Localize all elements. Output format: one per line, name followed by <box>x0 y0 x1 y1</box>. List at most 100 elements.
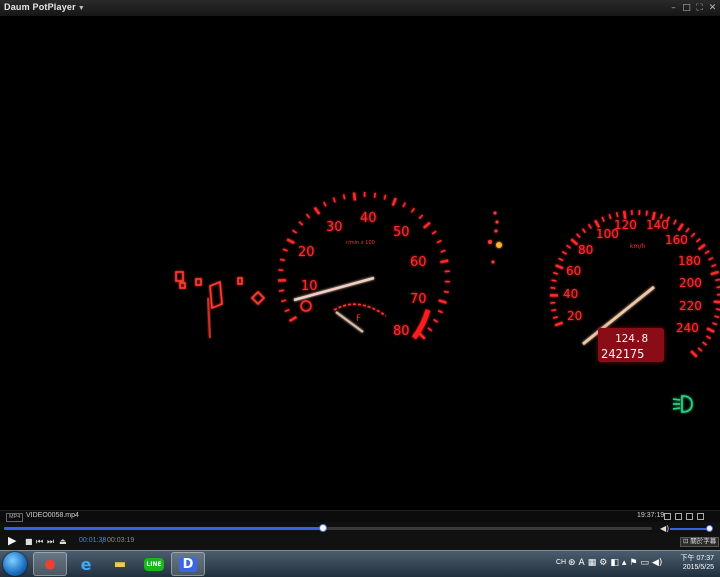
odometer-readout: 242175 <box>601 347 644 361</box>
taskbar-ie[interactable]: e <box>69 552 103 576</box>
previous-button[interactable]: ⏮ <box>36 536 43 548</box>
indicator-dot <box>488 240 492 244</box>
gauge-tick <box>285 310 290 312</box>
tach-label: 50 <box>393 225 410 240</box>
gauge-tick <box>555 323 563 326</box>
gauge-tick <box>582 229 585 233</box>
gauge-tick <box>711 265 716 267</box>
speed-label: 160 <box>665 233 688 247</box>
oil-warning-icon <box>196 279 201 285</box>
volume-handle[interactable] <box>706 525 713 532</box>
gauge-tick <box>281 300 286 301</box>
gauge-tick <box>559 258 563 260</box>
show-hidden-icon[interactable]: ▴ <box>622 557 627 569</box>
speed-label: 80 <box>578 243 593 257</box>
speed-label: 180 <box>678 254 701 268</box>
dashboard-video: 10 20 30 40 50 60 70 80 r/min x 100 F 20… <box>0 16 720 510</box>
ie-icon: e <box>81 555 92 574</box>
screen-icon[interactable] <box>664 513 671 520</box>
speed-label: 220 <box>679 299 702 313</box>
seek-bar-area: ◀) <box>0 522 720 534</box>
amber-indicator-icon <box>496 242 502 248</box>
gauge-tick <box>439 300 447 302</box>
start-button[interactable] <box>3 552 27 576</box>
action-center-icon[interactable]: ⚑ <box>629 557 637 569</box>
gauge-tick <box>344 194 345 199</box>
taskbar-potplayer[interactable]: D <box>171 552 205 576</box>
gauge-tick <box>691 351 697 357</box>
taskbar-line[interactable]: LINE <box>137 552 171 576</box>
line-icon: LINE <box>144 558 163 571</box>
gauge-tick <box>711 272 719 274</box>
gauge-tick <box>432 231 436 234</box>
indicator-dot <box>494 212 497 215</box>
taskbar-chrome[interactable]: ● <box>33 552 67 576</box>
seek-progress <box>4 527 323 530</box>
stop-button[interactable]: ■ <box>25 536 33 548</box>
network-icon[interactable]: ▭ <box>640 557 649 569</box>
gauge-tick <box>290 317 297 321</box>
settings-tray-icon[interactable]: ⚙ <box>599 557 607 569</box>
keyboard-icon[interactable]: ▦ <box>588 557 597 569</box>
gauge-tick <box>384 195 385 200</box>
seek-handle[interactable] <box>319 524 327 532</box>
gauge-tick <box>553 317 558 318</box>
fullscreen-button[interactable]: ⛶ <box>694 1 705 14</box>
window-icon[interactable] <box>686 513 693 520</box>
gauge-tick <box>674 220 676 224</box>
next-button[interactable]: ⏭ <box>47 536 54 548</box>
minimize-button[interactable]: – <box>668 1 679 14</box>
tray-app-icon[interactable]: ◧ <box>610 557 619 569</box>
volume-slider[interactable] <box>670 528 710 530</box>
title-bar: Daum PotPlayer▼ – □ ⛶ ✕ <box>0 0 720 17</box>
gauge-tick <box>617 212 618 217</box>
gauge-tick <box>698 348 702 351</box>
playlist-icon[interactable] <box>675 513 682 520</box>
settings-icon[interactable] <box>697 513 704 520</box>
tach-zero-mark <box>301 301 311 311</box>
potplayer-icon: D <box>179 557 198 572</box>
close-button[interactable]: ✕ <box>707 1 718 14</box>
app-menu-button[interactable]: Daum PotPlayer▼ <box>4 2 85 12</box>
chrome-icon: ● <box>44 557 55 572</box>
gauge-tick <box>715 279 720 280</box>
seek-bar[interactable] <box>4 527 652 530</box>
gauge-tick <box>411 208 414 212</box>
input-mode-icon[interactable]: A <box>579 557 585 569</box>
door-warning-icon <box>176 272 183 281</box>
video-frame[interactable]: 10 20 30 40 50 60 70 80 r/min x 100 F 20… <box>0 16 720 510</box>
gauge-tick <box>438 311 443 313</box>
subtitle-button[interactable]: ⊡ 關於字幕 <box>680 537 719 547</box>
gauge-tick <box>703 342 707 345</box>
ime-icon[interactable]: ⊛ <box>568 557 576 569</box>
file-name: VIDEO0058.mp4 <box>26 512 79 519</box>
gauge-tick <box>354 193 355 201</box>
gauge-tick <box>556 265 563 268</box>
gauge-tick <box>444 291 449 292</box>
gauge-tick <box>709 258 713 260</box>
speaker-icon[interactable]: ◀) <box>652 557 662 569</box>
system-clock: 19:37:19 <box>637 512 664 519</box>
gauge-tick <box>299 222 303 225</box>
gauge-tick <box>562 252 566 255</box>
taskbar-clock[interactable]: 下午 07:37 2015/5/25 <box>681 554 714 572</box>
gauge-tick <box>706 336 710 338</box>
speedometer-labels: 20 40 60 80 100 120 140 160 180 200 220 … <box>563 218 702 335</box>
dropdown-icon: ▼ <box>78 5 85 12</box>
speed-label: 200 <box>679 276 702 290</box>
gauge-tick <box>419 215 422 219</box>
tach-label: 80 <box>393 324 410 339</box>
tachometer-labels: 10 20 30 40 50 60 70 80 <box>298 211 427 339</box>
language-indicator[interactable]: CH <box>556 559 566 566</box>
tach-label: 70 <box>410 292 427 307</box>
play-button[interactable]: ▶ <box>8 535 16 547</box>
gauge-tick <box>609 214 611 219</box>
eject-button[interactable]: ⏏ <box>59 536 67 548</box>
maximize-button[interactable]: □ <box>681 1 692 14</box>
taskbar-explorer[interactable]: ▬ <box>103 552 137 576</box>
volume-icon[interactable]: ◀) <box>660 524 669 533</box>
speed-label: 60 <box>566 264 581 278</box>
playback-controls: ▶ ■ ⏮ ⏭ ⏏ 00:01:38 / 00:03:19 ⊡ 關於字幕 <box>0 534 720 550</box>
speed-label: 120 <box>614 218 637 232</box>
clock-date: 2015/5/25 <box>681 563 714 572</box>
